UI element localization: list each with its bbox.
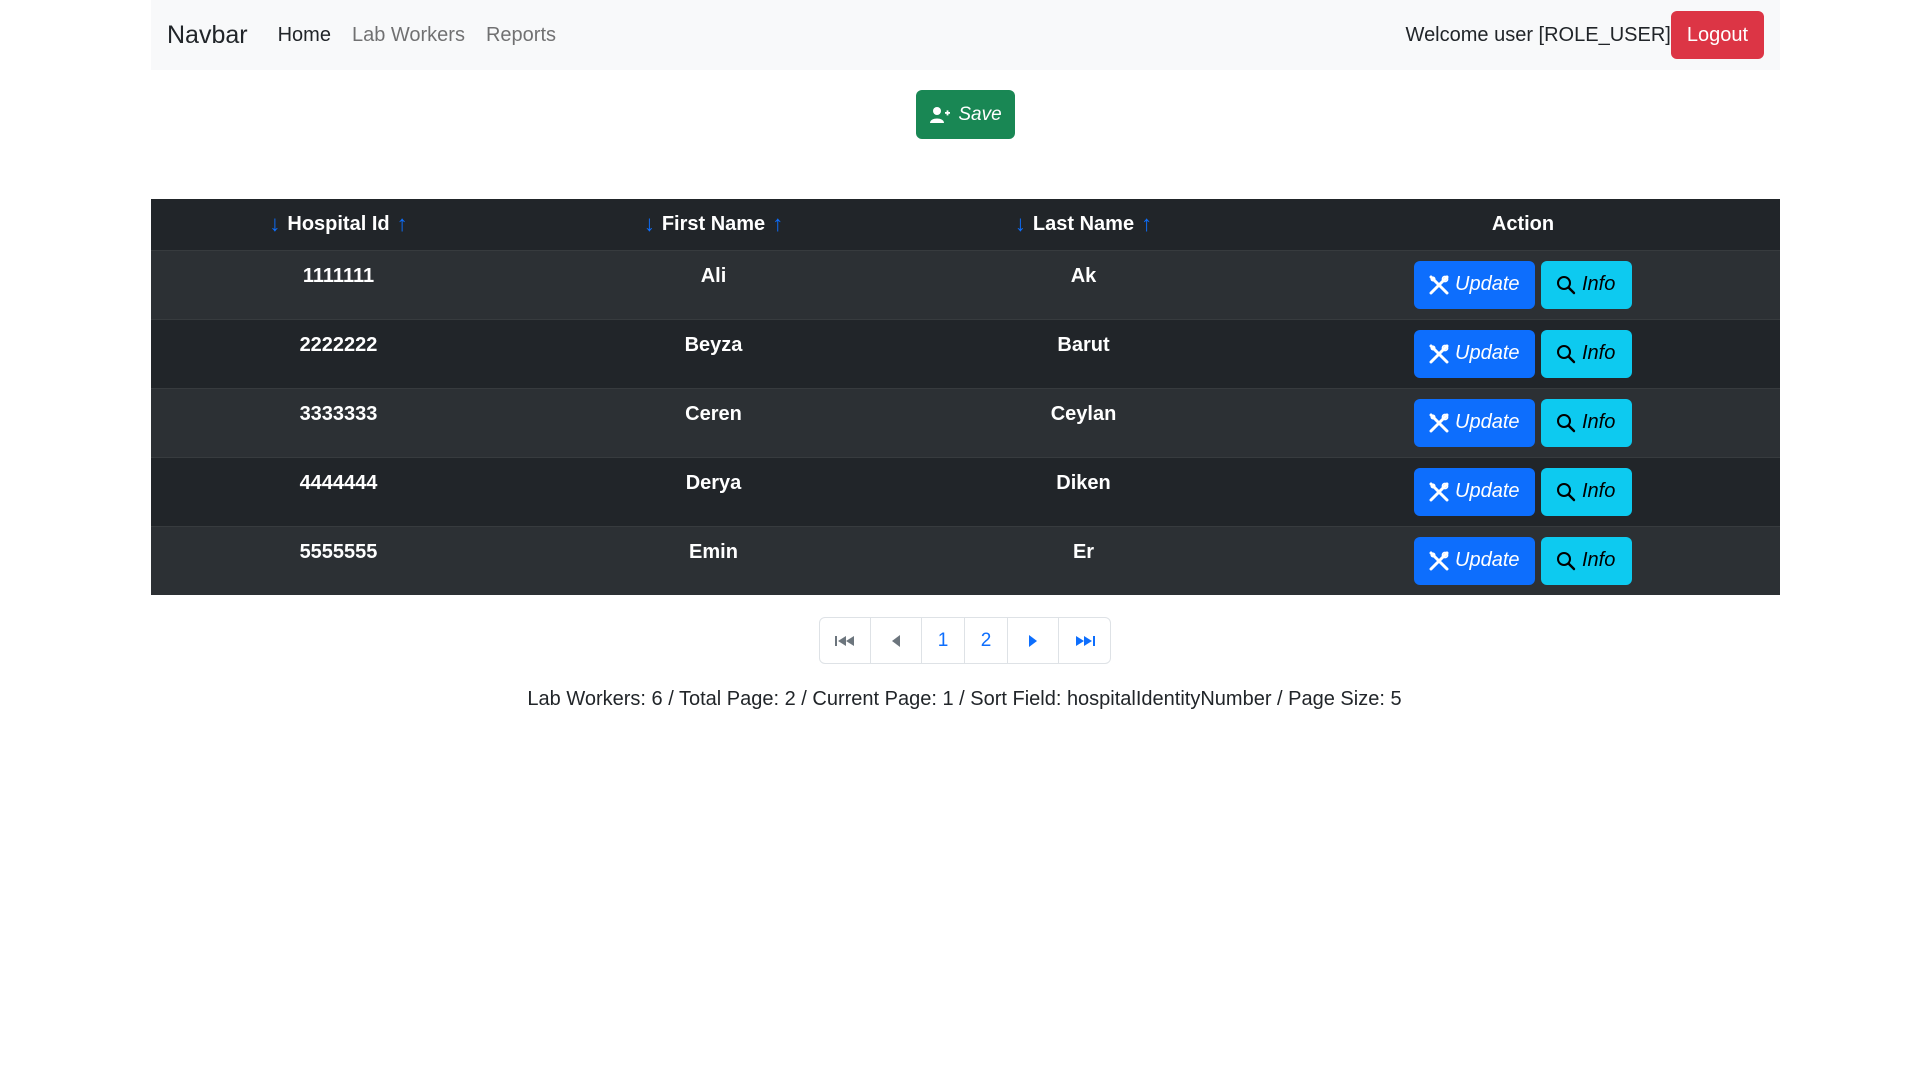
page-number-2[interactable]: 2: [965, 618, 1008, 663]
table-row: 4444444 Derya Diken Update Info: [151, 457, 1780, 526]
arrow-up-icon[interactable]: ↑: [397, 211, 408, 237]
info-button-label: Info: [1582, 342, 1616, 364]
header-first-name-label: First Name: [661, 212, 766, 235]
arrow-down-icon[interactable]: ↓: [644, 211, 655, 237]
cell-first-name: Ceren: [685, 402, 742, 425]
table-row: 3333333 Ceren Ceylan Update Info: [151, 388, 1780, 457]
skip-start-icon: [835, 635, 854, 646]
pagination: 1 2: [819, 617, 1111, 664]
header-hospital-id-label: Hospital Id: [287, 212, 390, 235]
tools-icon: [1429, 275, 1449, 294]
cell-last-name: Barut: [1057, 333, 1110, 356]
cell-actions: Update Info: [1266, 250, 1780, 319]
search-icon: [1557, 275, 1576, 294]
table-header-row: ↓ Hospital Id ↑ ↓ First Name ↑ ↓ Last Na…: [151, 199, 1780, 251]
cell-first-name: Beyza: [684, 333, 743, 356]
cell-last-name: Ak: [1070, 264, 1097, 287]
tools-icon: [1429, 551, 1449, 570]
cell-first-name: Emin: [689, 540, 738, 563]
nav-links: Home Lab Workers Reports: [278, 24, 556, 47]
cell-hospital-id: 1111111: [302, 264, 375, 287]
arrow-down-icon[interactable]: ↓: [269, 211, 280, 237]
cell-first-name: Derya: [685, 471, 742, 494]
arrow-down-icon[interactable]: ↓: [1015, 211, 1026, 237]
last-page-button[interactable]: [1059, 618, 1110, 663]
cell-hospital-id: 3333333: [299, 402, 378, 425]
search-icon: [1557, 551, 1576, 570]
tools-icon: [1429, 482, 1449, 501]
lab-workers-table: ↓ Hospital Id ↑ ↓ First Name ↑ ↓ Last Na…: [151, 199, 1780, 595]
header-hospital-id: ↓ Hospital Id ↑: [151, 199, 526, 251]
navbar-brand[interactable]: Navbar: [167, 21, 248, 50]
person-plus-icon: [930, 106, 951, 123]
search-icon: [1557, 413, 1576, 432]
update-button-label: Update: [1455, 480, 1520, 502]
update-button-label: Update: [1455, 273, 1520, 295]
info-button[interactable]: Info: [1541, 329, 1632, 378]
header-last-name-label: Last Name: [1032, 212, 1135, 235]
cell-hospital-id: 4444444: [299, 471, 378, 494]
pagination-summary: Lab Workers: 6 / Total Page: 2 / Current…: [527, 688, 1402, 710]
cell-first-name: Ali: [700, 264, 727, 287]
cell-actions: Update Info: [1266, 457, 1780, 526]
table-row: 5555555 Emin Er Update Info: [151, 526, 1780, 595]
page-number-1[interactable]: 1: [922, 618, 965, 663]
nav-link-home[interactable]: Home: [278, 24, 331, 47]
update-button[interactable]: Update: [1414, 260, 1535, 309]
info-button[interactable]: Info: [1541, 536, 1632, 585]
update-button[interactable]: Update: [1414, 536, 1535, 585]
info-button[interactable]: Info: [1541, 260, 1632, 309]
tools-icon: [1429, 344, 1449, 363]
update-button-label: Update: [1455, 342, 1520, 364]
info-button-label: Info: [1582, 480, 1616, 502]
update-button[interactable]: Update: [1414, 398, 1535, 447]
prev-page-button[interactable]: [871, 618, 922, 663]
first-page-button[interactable]: [820, 618, 871, 663]
search-icon: [1557, 344, 1576, 363]
info-button-label: Info: [1582, 411, 1616, 433]
cell-last-name: Er: [1072, 540, 1095, 563]
header-last-name: ↓ Last Name ↑: [901, 199, 1266, 251]
arrow-up-icon[interactable]: ↑: [772, 211, 783, 237]
cell-last-name: Diken: [1056, 471, 1111, 494]
update-button-label: Update: [1455, 549, 1520, 571]
cell-last-name: Ceylan: [1050, 402, 1117, 425]
save-button-label: Save: [958, 103, 1002, 125]
nav-link-lab-workers[interactable]: Lab Workers: [352, 24, 465, 47]
table-row: 2222222 Beyza Barut Update Info: [151, 319, 1780, 388]
update-button[interactable]: Update: [1414, 329, 1535, 378]
tools-icon: [1429, 413, 1449, 432]
caret-right-icon: [1029, 634, 1037, 647]
navbar-user-area: Welcome user [ROLE_USER] Logout: [1406, 11, 1764, 59]
logout-button[interactable]: Logout: [1670, 11, 1764, 59]
skip-end-icon: [1075, 635, 1095, 646]
next-page-button[interactable]: [1008, 618, 1059, 663]
header-action: Action: [1266, 199, 1780, 251]
update-button-label: Update: [1455, 411, 1520, 433]
table-row: 1111111 Ali Ak Update Info: [151, 250, 1780, 319]
welcome-text: Welcome user [ROLE_USER]: [1405, 23, 1671, 46]
header-first-name: ↓ First Name ↑: [526, 199, 901, 251]
update-button[interactable]: Update: [1414, 467, 1535, 516]
cell-actions: Update Info: [1266, 388, 1780, 457]
cell-hospital-id: 2222222: [299, 333, 378, 356]
info-button-label: Info: [1582, 549, 1616, 571]
arrow-up-icon[interactable]: ↑: [1141, 211, 1152, 237]
navbar: Navbar Home Lab Workers Reports Welcome …: [151, 0, 1780, 70]
search-icon: [1557, 482, 1576, 501]
info-button[interactable]: Info: [1541, 398, 1632, 447]
nav-link-reports[interactable]: Reports: [486, 24, 556, 47]
info-button[interactable]: Info: [1541, 467, 1632, 516]
info-button-label: Info: [1582, 273, 1616, 295]
caret-left-icon: [892, 634, 900, 647]
cell-actions: Update Info: [1266, 526, 1780, 595]
cell-hospital-id: 5555555: [299, 540, 378, 563]
save-button[interactable]: Save: [916, 90, 1015, 139]
cell-actions: Update Info: [1266, 319, 1780, 388]
